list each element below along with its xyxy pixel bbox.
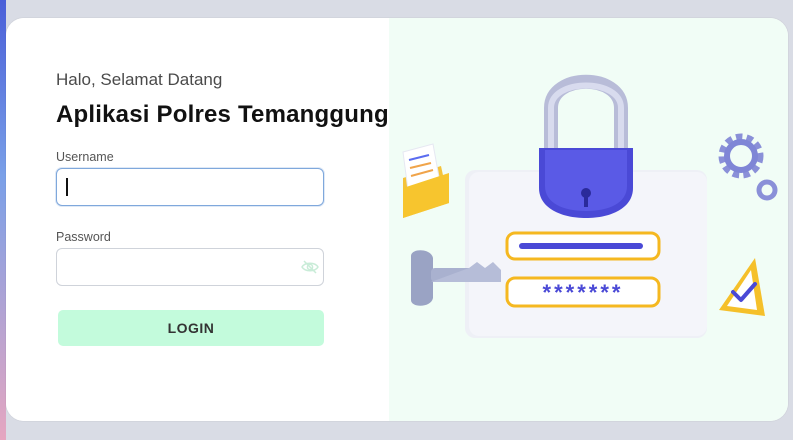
gear-icon: [718, 133, 778, 201]
padlock-icon: [539, 74, 633, 218]
text-caret: [66, 178, 68, 196]
username-label: Username: [56, 150, 114, 164]
app-title: Aplikasi Polres Temanggung: [56, 101, 389, 128]
security-illustration: *******: [402, 74, 778, 338]
warning-check-icon: [719, 258, 765, 316]
envelope-icon: [402, 143, 449, 218]
username-input[interactable]: [56, 168, 324, 206]
eye-slash-icon[interactable]: [300, 258, 320, 276]
password-input[interactable]: [56, 248, 324, 286]
password-mask-graphic: *******: [543, 280, 624, 305]
greeting-text: Halo, Selamat Datang: [56, 70, 223, 89]
login-card: Halo, Selamat Datang Aplikasi Polres Tem…: [6, 18, 788, 421]
login-button[interactable]: LOGIN: [58, 310, 324, 346]
password-label: Password: [56, 230, 111, 244]
login-form-pane: Halo, Selamat Datang Aplikasi Polres Tem…: [6, 18, 389, 421]
illustration-pane: *******: [389, 18, 788, 421]
